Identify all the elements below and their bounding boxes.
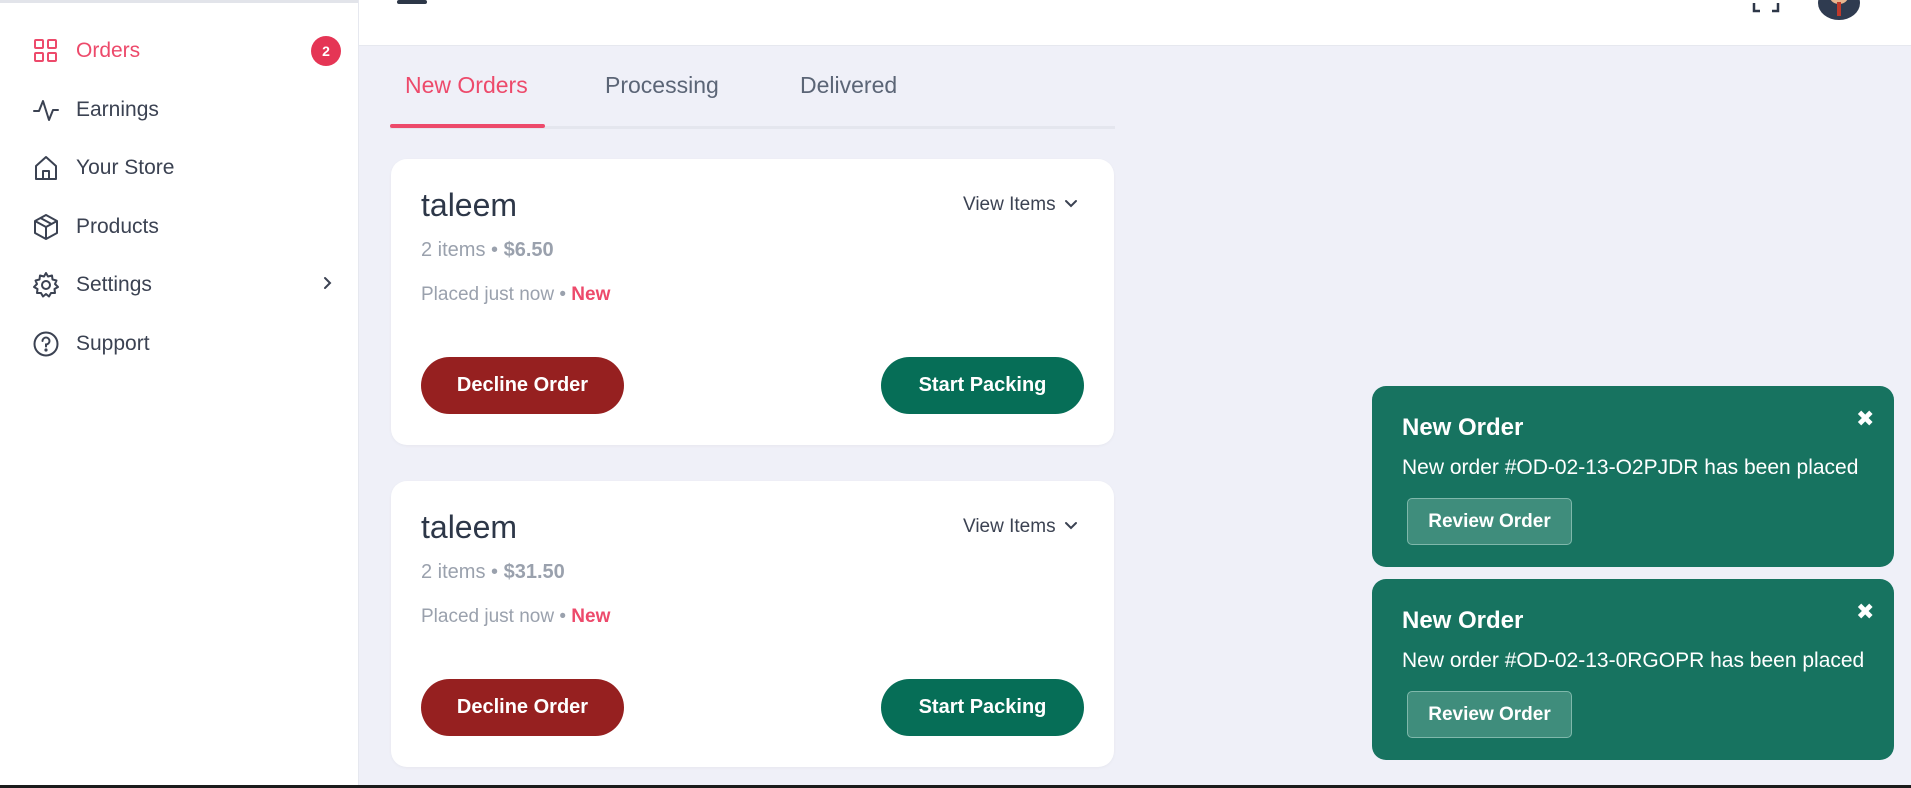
item-count: 2 items — [421, 561, 486, 583]
order-tabs: New Orders Processing Delivered — [390, 64, 1115, 129]
close-icon[interactable]: ✖ — [1856, 599, 1874, 625]
tab-delivered[interactable]: Delivered — [800, 72, 897, 99]
gear-icon — [32, 271, 60, 299]
sidebar-item-settings[interactable]: Settings — [0, 259, 358, 311]
avatar-tie — [1837, 2, 1841, 16]
toast-message: New order #OD-02-13-O2PJDR has been plac… — [1402, 456, 1859, 479]
sidebar-item-orders[interactable]: Orders 2 — [0, 25, 358, 77]
placed-time: Placed just now — [421, 606, 555, 627]
review-order-button[interactable]: Review Order — [1407, 691, 1572, 738]
customer-name: taleem — [421, 187, 518, 223]
item-count: 2 items — [421, 239, 486, 261]
order-card: taleem View Items 2 items • $31.50 Place… — [391, 481, 1114, 767]
sidebar-item-label: Your Store — [76, 156, 175, 179]
box-icon — [32, 213, 60, 241]
start-packing-button[interactable]: Start Packing — [881, 679, 1084, 736]
tab-new-orders[interactable]: New Orders — [405, 72, 528, 99]
order-total: $6.50 — [503, 239, 554, 261]
sidebar-item-earnings[interactable]: Earnings — [0, 84, 358, 136]
status-badge: New — [571, 284, 611, 305]
top-bar — [359, 0, 1911, 46]
separator-dot: • — [554, 284, 572, 305]
close-icon[interactable]: ✖ — [1856, 406, 1874, 432]
new-order-toast: New Order ✖ New order #OD-02-13-O2PJDR h… — [1372, 386, 1894, 567]
decline-order-button[interactable]: Decline Order — [421, 679, 624, 736]
sidebar-item-label: Earnings — [76, 98, 159, 121]
tab-processing[interactable]: Processing — [605, 72, 719, 99]
separator-dot: • — [485, 561, 504, 583]
order-summary: 2 items • $31.50 — [421, 561, 565, 584]
help-circle-icon — [32, 330, 60, 358]
sidebar-item-your-store[interactable]: Your Store — [0, 142, 358, 194]
activity-icon — [32, 96, 60, 124]
customer-name: taleem — [421, 509, 518, 545]
fullscreen-icon[interactable] — [1752, 0, 1780, 18]
separator-dot: • — [485, 239, 504, 261]
avatar[interactable] — [1818, 0, 1860, 20]
order-card: taleem View Items 2 items • $6.50 Placed… — [391, 159, 1114, 445]
start-packing-button[interactable]: Start Packing — [881, 357, 1084, 414]
new-order-toast: New Order ✖ New order #OD-02-13-0RGOPR h… — [1372, 579, 1894, 760]
view-items-toggle[interactable]: View Items — [963, 194, 1078, 216]
active-tab-indicator — [390, 124, 545, 128]
sidebar-item-label: Support — [76, 332, 150, 355]
sidebar-item-support[interactable]: Support — [0, 318, 358, 370]
view-items-label: View Items — [963, 194, 1056, 215]
order-placed-info: Placed just now • New — [421, 606, 610, 628]
review-order-button[interactable]: Review Order — [1407, 498, 1572, 545]
separator-dot: • — [554, 606, 572, 627]
home-icon — [32, 154, 60, 182]
order-summary: 2 items • $6.50 — [421, 239, 554, 262]
sidebar-item-label: Settings — [76, 273, 152, 296]
status-badge: New — [571, 606, 611, 627]
placed-time: Placed just now — [421, 284, 555, 305]
sidebar: Orders 2 Earnings Your Store Products Se… — [0, 0, 359, 788]
sidebar-top-divider — [0, 0, 358, 3]
chevron-down-icon — [1064, 194, 1078, 216]
view-items-toggle[interactable]: View Items — [963, 516, 1078, 538]
toast-message: New order #OD-02-13-0RGOPR has been plac… — [1402, 649, 1865, 672]
orders-count-badge: 2 — [311, 36, 341, 66]
order-total: $31.50 — [503, 561, 565, 583]
view-items-label: View Items — [963, 516, 1056, 537]
sidebar-item-label: Orders — [76, 39, 141, 62]
order-placed-info: Placed just now • New — [421, 284, 610, 306]
chevron-right-icon — [320, 276, 334, 295]
sidebar-item-label: Products — [76, 215, 159, 238]
sidebar-item-products[interactable]: Products — [0, 201, 358, 253]
grid-icon — [32, 37, 60, 65]
chevron-down-icon — [1064, 516, 1078, 538]
toast-title: New Order — [1402, 414, 1524, 441]
hamburger-menu-icon[interactable] — [397, 0, 427, 4]
decline-order-button[interactable]: Decline Order — [421, 357, 624, 414]
toast-title: New Order — [1402, 607, 1524, 634]
